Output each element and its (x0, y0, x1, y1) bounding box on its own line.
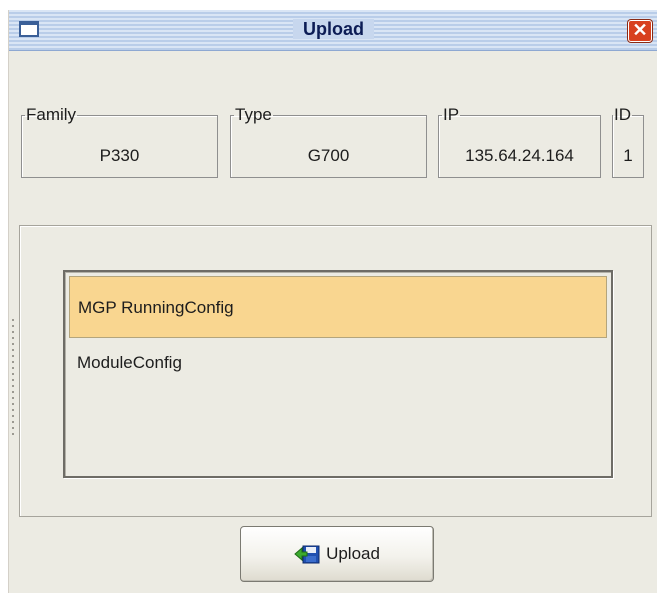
id-value: 1 (623, 146, 633, 165)
family-group: Family P330 (21, 106, 218, 178)
type-label: Type (235, 105, 272, 124)
config-list[interactable]: MGP RunningConfig ModuleConfig (63, 270, 613, 478)
resize-grip[interactable] (12, 319, 14, 439)
ip-label: IP (443, 105, 460, 124)
close-icon: ✕ (632, 20, 648, 40)
type-group: Type G700 (230, 106, 427, 178)
upload-dialog: Upload ✕ Family P330 Type G700 IP 135.64… (8, 10, 657, 593)
ip-value: 135.64.24.164 (465, 146, 574, 165)
ip-group: IP 135.64.24.164 (438, 106, 601, 178)
upload-icon (294, 545, 320, 564)
list-item-mgp-runningconfig[interactable]: MGP RunningConfig (69, 276, 607, 338)
close-button[interactable]: ✕ (628, 20, 652, 42)
type-value: G700 (307, 146, 350, 165)
family-value: P330 (99, 146, 140, 165)
family-label: Family (26, 105, 77, 124)
upload-button-label: Upload (326, 544, 380, 563)
config-panel: MGP RunningConfig ModuleConfig (12, 225, 652, 517)
list-item-moduleconfig[interactable]: ModuleConfig (69, 341, 607, 385)
upload-button[interactable]: Upload (240, 526, 434, 582)
id-label: ID (614, 105, 631, 124)
title-bar[interactable]: Upload ✕ (9, 10, 657, 51)
id-group: ID 1 (612, 106, 644, 178)
window-title: Upload (9, 19, 657, 40)
